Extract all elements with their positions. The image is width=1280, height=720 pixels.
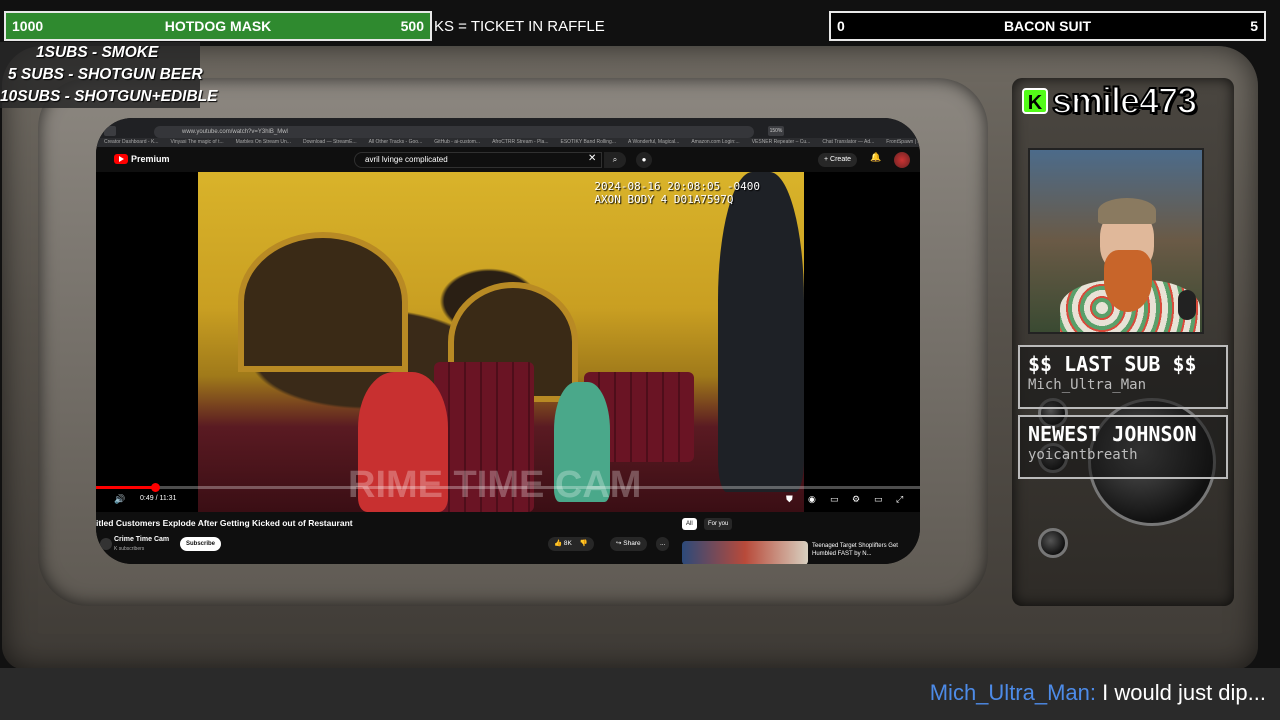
last-sub-value: Mich_Ultra_Man <box>1028 377 1147 393</box>
bookmark-item[interactable]: Creator Dashboard - K... <box>104 138 158 147</box>
chat-message: Mich_Ultra_Man: I would just dip... <box>930 680 1266 706</box>
goal-end-value: 500 <box>400 18 424 34</box>
streamer-name: K smile473 <box>1022 79 1198 122</box>
notifications-bell-icon[interactable]: 🔔 <box>870 152 881 163</box>
bodycam-id: AXON BODY 4 D01A7597Q <box>594 193 734 206</box>
share-button[interactable]: ↪ Share <box>610 537 647 551</box>
police-officer <box>718 172 804 492</box>
small-knob-icon <box>1038 528 1068 558</box>
settings-gear-icon[interactable]: ⚙ <box>852 494 860 505</box>
like-count: 8K <box>563 540 572 547</box>
goal-start-value: 1000 <box>12 18 44 34</box>
bookmark-item[interactable]: Amazon.com Login:... <box>691 138 739 147</box>
player-controls: 🔊 0:49 / 11:31 ⛊ ◉ ▭ ⚙ ▭ ⤢ <box>96 490 920 512</box>
chip-for-you[interactable]: For you <box>704 518 733 530</box>
fullscreen-icon[interactable]: ⤢ <box>896 494 903 505</box>
youtube-header: Premium avril lvinge complicated ✕ ⌕ ● +… <box>96 148 920 172</box>
playback-time: 0:49 / 11:31 <box>140 495 177 502</box>
search-input[interactable]: avril lvinge complicated <box>354 152 602 168</box>
webcam-feed <box>1028 148 1204 334</box>
address-bar[interactable]: www.youtube.com/watch?v=Y3hlB_Mwl <box>154 126 754 138</box>
bodycam-date: 2024-08-16 20:08:05 -0400 <box>594 180 760 193</box>
goal-label: HOTDOG MASK <box>164 18 272 34</box>
toggle-icon[interactable]: ◉ <box>808 494 816 505</box>
bookmark-item[interactable]: All Other Tracks - Goo... <box>369 138 423 147</box>
kick-logo-icon: K <box>1022 88 1048 114</box>
more-actions-button[interactable]: ... <box>656 537 670 551</box>
streamer-username: smile473 <box>1051 79 1198 122</box>
tv-screen: www.youtube.com/watch?v=Y3hlB_Mwl 150% C… <box>96 118 920 564</box>
webcam-beard <box>1104 250 1152 312</box>
bookmark-item[interactable]: Marbles On Stream Un... <box>236 138 291 147</box>
last-sub-heading: $$ LAST SUB $$ <box>1028 352 1197 376</box>
channel-avatar[interactable] <box>100 538 112 550</box>
microphone-icon[interactable]: ● <box>636 152 652 168</box>
captions-icon[interactable]: ▭ <box>830 494 839 505</box>
video-title: itled Customers Explode After Getting Ki… <box>96 518 353 528</box>
video-info: itled Customers Explode After Getting Ki… <box>96 512 920 564</box>
youtube-logo-text: Premium <box>131 154 170 164</box>
scrolling-ticker: KS = TICKET IN RAFFLE <box>434 18 605 35</box>
search-icon[interactable]: ⌕ <box>604 152 626 168</box>
zoom-indicator[interactable]: 150% <box>768 126 784 136</box>
channel-subscriber-count: K subscribers <box>114 546 145 552</box>
chip-all[interactable]: All <box>682 518 697 530</box>
video-progress-bar[interactable] <box>96 483 920 492</box>
newest-box: NEWEST JOHNSON yoicantbreath <box>1018 415 1228 479</box>
chat-username: Mich_Ultra_Man: <box>929 680 1097 705</box>
bookmark-item[interactable]: Vinyasi The magic of t... <box>170 138 223 147</box>
bookmark-item[interactable]: VESNER Repeater – Cu... <box>752 138 811 147</box>
goal-bar-bacon-suit: 0 BACON SUIT 5 <box>829 11 1266 41</box>
progress-fill <box>96 486 155 489</box>
sub-rewards-list: 1SUBS - SMOKE 5 SUBS - SHOTGUN BEER 10SU… <box>0 42 218 108</box>
channel-name[interactable]: Crime Time Cam <box>114 536 169 543</box>
theater-mode-icon[interactable]: ▭ <box>874 494 883 505</box>
goal-label: BACON SUIT <box>1003 18 1092 34</box>
create-button[interactable]: + Create <box>818 153 858 167</box>
account-avatar[interactable] <box>894 152 910 168</box>
webcam-microphone <box>1178 290 1196 320</box>
recommended-title[interactable]: Teenaged Target Shoplifters Get Humbled … <box>812 542 912 558</box>
bookmark-item[interactable]: ESOTIKY Band Rolling... <box>561 138 617 147</box>
goal-bar-hotdog-mask: 1000 HOTDOG MASK 500 <box>4 11 432 41</box>
autoplay-toggle-icon[interactable]: ⛊ <box>786 494 793 505</box>
subscribe-button[interactable]: Subscribe <box>180 537 222 551</box>
newest-heading: NEWEST JOHNSON <box>1028 422 1197 446</box>
newest-value: yoicantbreath <box>1028 447 1138 463</box>
bookmark-item[interactable]: FrontSpawn | Rust Bas... <box>886 138 920 147</box>
sub-reward-item: 10SUBS - SHOTGUN+EDIBLE <box>0 88 218 105</box>
goal-end-value: 5 <box>1250 18 1258 34</box>
video-frame: 2024-08-16 20:08:05 -0400 AXON BODY 4 D0… <box>198 172 804 512</box>
goal-start-value: 0 <box>837 18 845 34</box>
create-label: Create <box>830 156 852 163</box>
bookmark-item[interactable]: Chat Translator — Ad... <box>822 138 874 147</box>
share-label: Share <box>623 540 641 547</box>
clear-search-icon[interactable]: ✕ <box>588 153 596 164</box>
sub-reward-item: 5 SUBS - SHOTGUN BEER <box>8 66 203 83</box>
share-icon: ↪ <box>616 540 622 547</box>
like-button[interactable]: 👍 8K 👎 <box>548 537 594 551</box>
webcam-hat <box>1098 198 1156 224</box>
chat-text: I would just dip... <box>1096 680 1266 705</box>
bookmark-item[interactable]: AfroCTRR Stream - Pla... <box>492 138 548 147</box>
thumbs-down-icon[interactable]: 👎 <box>580 540 588 547</box>
volume-icon[interactable]: 🔊 <box>114 494 125 505</box>
stream-overlay: www.youtube.com/watch?v=Y3hlB_Mwl 150% C… <box>0 0 1280 720</box>
bodycam-timestamp: 2024-08-16 20:08:05 -0400 AXON BODY 4 D0… <box>594 180 760 206</box>
bookmark-item[interactable]: GitHub - ai-custom... <box>434 138 480 147</box>
youtube-logo[interactable]: Premium <box>114 154 170 164</box>
youtube-play-icon <box>114 154 128 164</box>
sub-reward-item: 1SUBS - SMOKE <box>36 44 159 61</box>
video-player[interactable]: 2024-08-16 20:08:05 -0400 AXON BODY 4 D0… <box>96 172 920 512</box>
bookmark-item[interactable]: Download — StreamE... <box>303 138 357 147</box>
restaurant-arch <box>238 232 408 372</box>
thumbs-up-icon: 👍 <box>554 540 563 547</box>
bookmark-item[interactable]: A Wonderful, Magical... <box>628 138 679 147</box>
bookmarks-bar: Creator Dashboard - K... Vinyasi The magi… <box>96 138 920 147</box>
last-sub-box: $$ LAST SUB $$ Mich_Ultra_Man <box>1018 345 1228 409</box>
recommended-thumbnail[interactable] <box>682 541 808 564</box>
browser-tab[interactable] <box>104 126 116 136</box>
